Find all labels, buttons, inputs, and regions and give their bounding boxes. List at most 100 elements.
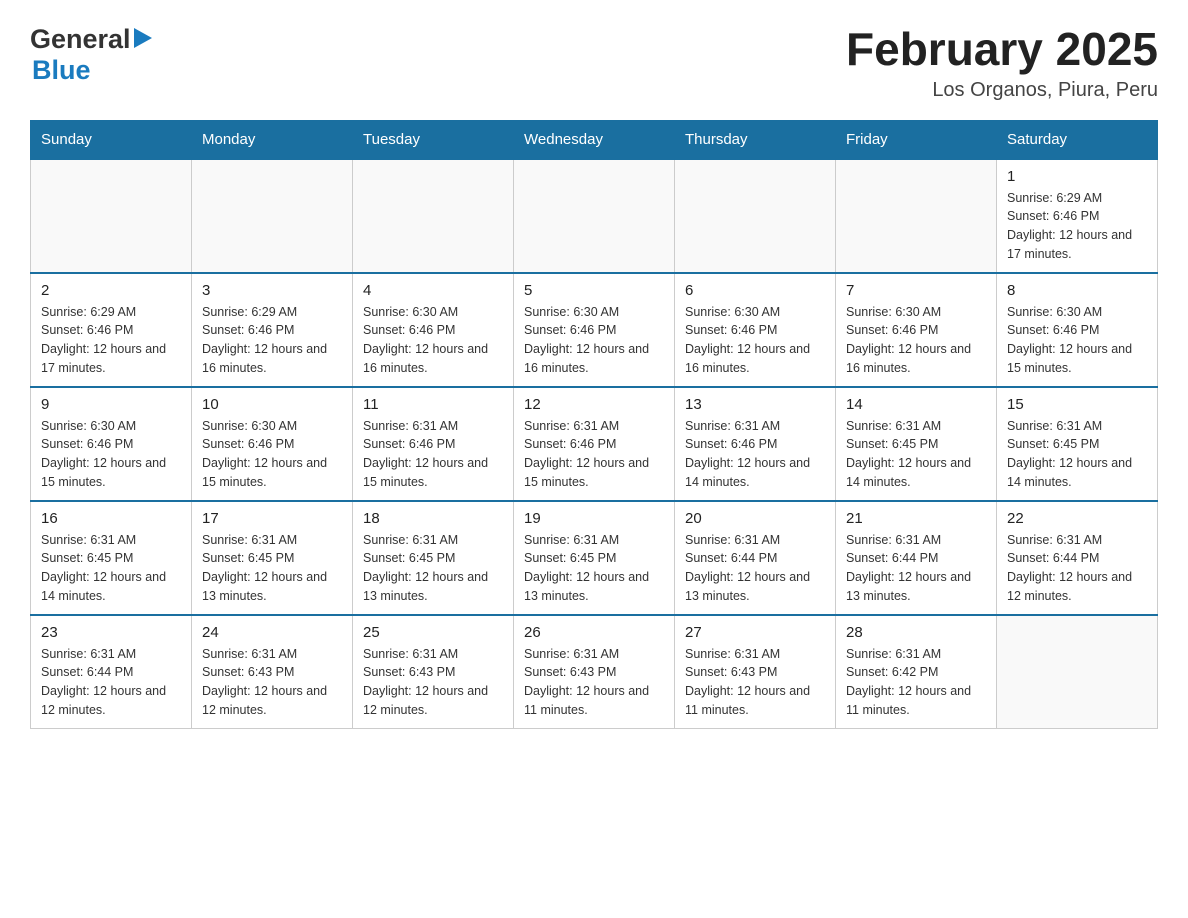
day-number: 5: [524, 282, 664, 299]
logo-triangle-icon: [134, 28, 152, 53]
day-number: 3: [202, 282, 342, 299]
day-number: 7: [846, 282, 986, 299]
day-info: Sunrise: 6:31 AMSunset: 6:45 PMDaylight:…: [41, 531, 181, 606]
calendar-cell: 7 Sunrise: 6:30 AMSunset: 6:46 PMDaylight…: [836, 273, 997, 387]
day-info: Sunrise: 6:31 AMSunset: 6:45 PMDaylight:…: [846, 417, 986, 492]
day-number: 12: [524, 396, 664, 413]
day-info: Sunrise: 6:31 AMSunset: 6:44 PMDaylight:…: [846, 531, 986, 606]
day-info: Sunrise: 6:29 AMSunset: 6:46 PMDaylight:…: [202, 303, 342, 378]
day-info: Sunrise: 6:31 AMSunset: 6:46 PMDaylight:…: [685, 417, 825, 492]
day-number: 1: [1007, 168, 1147, 185]
calendar-cell: [836, 159, 997, 273]
day-info: Sunrise: 6:30 AMSunset: 6:46 PMDaylight:…: [41, 417, 181, 492]
day-info: Sunrise: 6:29 AMSunset: 6:46 PMDaylight:…: [1007, 189, 1147, 264]
day-number: 22: [1007, 510, 1147, 527]
day-number: 25: [363, 624, 503, 641]
week-row-2: 2 Sunrise: 6:29 AMSunset: 6:46 PMDaylight…: [31, 273, 1158, 387]
calendar-cell: 17Sunrise: 6:31 AMSunset: 6:45 PMDayligh…: [192, 501, 353, 615]
day-number: 16: [41, 510, 181, 527]
calendar-cell: 8 Sunrise: 6:30 AMSunset: 6:46 PMDaylight…: [997, 273, 1158, 387]
calendar-cell: 18Sunrise: 6:31 AMSunset: 6:45 PMDayligh…: [353, 501, 514, 615]
day-number: 21: [846, 510, 986, 527]
day-info: Sunrise: 6:31 AMSunset: 6:45 PMDaylight:…: [202, 531, 342, 606]
calendar-cell: 13 Sunrise: 6:31 AMSunset: 6:46 PMDayligh…: [675, 387, 836, 501]
day-info: Sunrise: 6:30 AMSunset: 6:46 PMDaylight:…: [202, 417, 342, 492]
day-number: 23: [41, 624, 181, 641]
calendar-cell: 11Sunrise: 6:31 AMSunset: 6:46 PMDayligh…: [353, 387, 514, 501]
day-number: 24: [202, 624, 342, 641]
day-info: Sunrise: 6:30 AMSunset: 6:46 PMDaylight:…: [846, 303, 986, 378]
day-info: Sunrise: 6:30 AMSunset: 6:46 PMDaylight:…: [685, 303, 825, 378]
day-info: Sunrise: 6:30 AMSunset: 6:46 PMDaylight:…: [524, 303, 664, 378]
column-header-monday: Monday: [192, 120, 353, 159]
day-number: 28: [846, 624, 986, 641]
calendar-cell: 10Sunrise: 6:30 AMSunset: 6:46 PMDayligh…: [192, 387, 353, 501]
day-number: 9: [41, 396, 181, 413]
column-header-saturday: Saturday: [997, 120, 1158, 159]
day-info: Sunrise: 6:31 AMSunset: 6:44 PMDaylight:…: [685, 531, 825, 606]
calendar-cell: 19Sunrise: 6:31 AMSunset: 6:45 PMDayligh…: [514, 501, 675, 615]
day-number: 8: [1007, 282, 1147, 299]
day-number: 20: [685, 510, 825, 527]
day-number: 15: [1007, 396, 1147, 413]
logo-general: General: [30, 24, 131, 55]
calendar-cell: 1 Sunrise: 6:29 AMSunset: 6:46 PMDaylight…: [997, 159, 1158, 273]
day-number: 6: [685, 282, 825, 299]
calendar-cell: 21 Sunrise: 6:31 AMSunset: 6:44 PMDayligh…: [836, 501, 997, 615]
calendar-cell: 15 Sunrise: 6:31 AMSunset: 6:45 PMDayligh…: [997, 387, 1158, 501]
calendar-cell: 24 Sunrise: 6:31 AMSunset: 6:43 PMDayligh…: [192, 615, 353, 729]
page-subtitle: Los Organos, Piura, Peru: [846, 79, 1158, 102]
day-info: Sunrise: 6:31 AMSunset: 6:45 PMDaylight:…: [524, 531, 664, 606]
calendar-cell: 16 Sunrise: 6:31 AMSunset: 6:45 PMDayligh…: [31, 501, 192, 615]
title-block: February 2025 Los Organos, Piura, Peru: [846, 24, 1158, 102]
calendar-cell: 3 Sunrise: 6:29 AMSunset: 6:46 PMDaylight…: [192, 273, 353, 387]
page-title: February 2025: [846, 24, 1158, 75]
day-info: Sunrise: 6:31 AMSunset: 6:43 PMDaylight:…: [524, 645, 664, 720]
calendar-cell: 27Sunrise: 6:31 AMSunset: 6:43 PMDayligh…: [675, 615, 836, 729]
calendar-cell: 4 Sunrise: 6:30 AMSunset: 6:46 PMDaylight…: [353, 273, 514, 387]
column-header-thursday: Thursday: [675, 120, 836, 159]
week-row-4: 16 Sunrise: 6:31 AMSunset: 6:45 PMDayligh…: [31, 501, 1158, 615]
column-header-friday: Friday: [836, 120, 997, 159]
calendar-cell: 14 Sunrise: 6:31 AMSunset: 6:45 PMDayligh…: [836, 387, 997, 501]
day-info: Sunrise: 6:31 AMSunset: 6:43 PMDaylight:…: [202, 645, 342, 720]
day-number: 11: [363, 396, 503, 413]
calendar-cell: 5 Sunrise: 6:30 AMSunset: 6:46 PMDaylight…: [514, 273, 675, 387]
day-number: 14: [846, 396, 986, 413]
calendar-cell: 12 Sunrise: 6:31 AMSunset: 6:46 PMDayligh…: [514, 387, 675, 501]
column-header-wednesday: Wednesday: [514, 120, 675, 159]
day-number: 26: [524, 624, 664, 641]
logo-blue: Blue: [32, 55, 91, 85]
calendar-cell: [31, 159, 192, 273]
day-info: Sunrise: 6:31 AMSunset: 6:45 PMDaylight:…: [1007, 417, 1147, 492]
day-info: Sunrise: 6:31 AMSunset: 6:44 PMDaylight:…: [41, 645, 181, 720]
calendar-cell: 22 Sunrise: 6:31 AMSunset: 6:44 PMDayligh…: [997, 501, 1158, 615]
week-row-5: 23 Sunrise: 6:31 AMSunset: 6:44 PMDayligh…: [31, 615, 1158, 729]
calendar-cell: [675, 159, 836, 273]
day-number: 2: [41, 282, 181, 299]
day-info: Sunrise: 6:30 AMSunset: 6:46 PMDaylight:…: [1007, 303, 1147, 378]
day-info: Sunrise: 6:30 AMSunset: 6:46 PMDaylight:…: [363, 303, 503, 378]
column-header-sunday: Sunday: [31, 120, 192, 159]
page-header: General Blue February 2025 Los Organos, …: [30, 24, 1158, 102]
day-info: Sunrise: 6:31 AMSunset: 6:44 PMDaylight:…: [1007, 531, 1147, 606]
calendar-cell: [353, 159, 514, 273]
day-info: Sunrise: 6:31 AMSunset: 6:46 PMDaylight:…: [524, 417, 664, 492]
calendar-cell: [997, 615, 1158, 729]
day-number: 13: [685, 396, 825, 413]
week-row-3: 9 Sunrise: 6:30 AMSunset: 6:46 PMDaylight…: [31, 387, 1158, 501]
day-info: Sunrise: 6:29 AMSunset: 6:46 PMDaylight:…: [41, 303, 181, 378]
day-info: Sunrise: 6:31 AMSunset: 6:43 PMDaylight:…: [363, 645, 503, 720]
calendar-header-row: SundayMondayTuesdayWednesdayThursdayFrid…: [31, 120, 1158, 159]
day-info: Sunrise: 6:31 AMSunset: 6:42 PMDaylight:…: [846, 645, 986, 720]
calendar-cell: [514, 159, 675, 273]
day-number: 4: [363, 282, 503, 299]
calendar-cell: [192, 159, 353, 273]
day-info: Sunrise: 6:31 AMSunset: 6:43 PMDaylight:…: [685, 645, 825, 720]
calendar-cell: 28 Sunrise: 6:31 AMSunset: 6:42 PMDayligh…: [836, 615, 997, 729]
week-row-1: 1 Sunrise: 6:29 AMSunset: 6:46 PMDaylight…: [31, 159, 1158, 273]
calendar-cell: 6 Sunrise: 6:30 AMSunset: 6:46 PMDaylight…: [675, 273, 836, 387]
calendar-cell: 9 Sunrise: 6:30 AMSunset: 6:46 PMDaylight…: [31, 387, 192, 501]
logo: General Blue: [30, 24, 152, 86]
day-info: Sunrise: 6:31 AMSunset: 6:45 PMDaylight:…: [363, 531, 503, 606]
